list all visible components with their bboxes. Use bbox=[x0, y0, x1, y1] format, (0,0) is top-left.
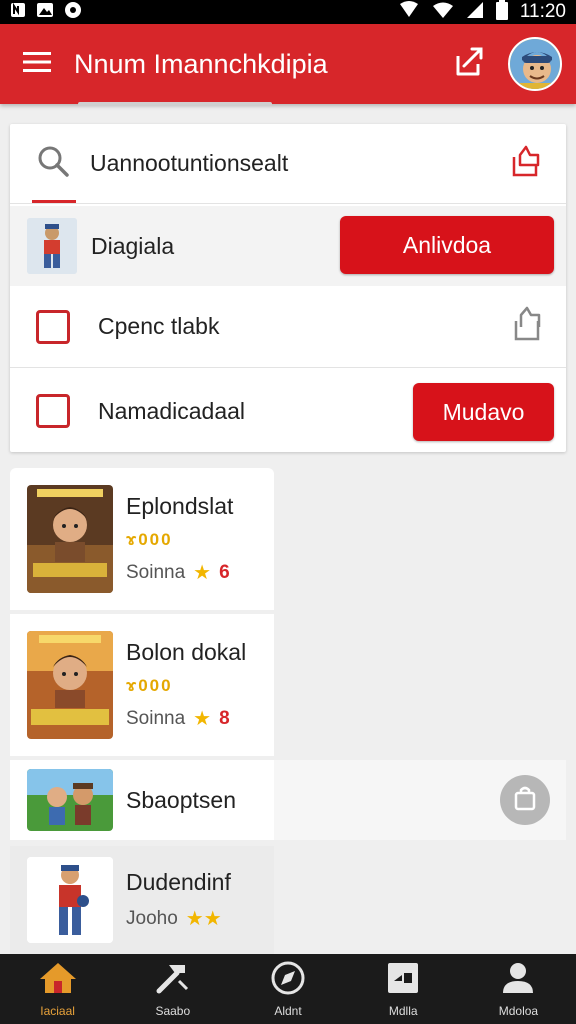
rating-value: 6 bbox=[219, 561, 230, 583]
game-rating: Jooho ★★ bbox=[126, 906, 231, 931]
list-item[interactable]: Sbaoptsen bbox=[10, 760, 566, 840]
checkbox-label-2: Namadicadaal bbox=[98, 397, 246, 424]
hamburger-icon bbox=[23, 51, 51, 78]
game-meta: Soinna bbox=[126, 561, 186, 583]
checkbox-label-1: Cpenc tlabk bbox=[98, 313, 220, 339]
search-text: Uannootuntionsealt bbox=[90, 150, 289, 176]
game-title: Bolon dokal bbox=[126, 639, 247, 665]
star-icon: ★ bbox=[193, 708, 212, 730]
nav-explore[interactable]: Aldnt bbox=[230, 954, 345, 1024]
export-icon[interactable] bbox=[508, 143, 544, 184]
nav-profile[interactable]: Mdoloa bbox=[461, 954, 576, 1024]
nfc-icon bbox=[10, 2, 26, 23]
game-price: ɤ000 bbox=[126, 676, 173, 695]
cell-signal-icon bbox=[466, 1, 484, 24]
image-notification-icon bbox=[36, 2, 54, 23]
status-time: 11:20 bbox=[519, 1, 566, 22]
compass-icon bbox=[271, 961, 305, 1000]
modify-button[interactable]: Mudavo bbox=[413, 383, 554, 441]
checkbox[interactable] bbox=[36, 394, 70, 428]
options-card: Uannootuntionsealt Diagiala Anlivdoa Cpe… bbox=[10, 124, 566, 452]
game-cover bbox=[27, 631, 113, 739]
game-meta: Jooho bbox=[126, 907, 178, 929]
nav-label: Saabo bbox=[155, 1003, 191, 1018]
game-rating: Soinna ★ 8 bbox=[126, 706, 246, 731]
person-icon bbox=[501, 961, 535, 1000]
nav-tools[interactable]: Saabo bbox=[115, 954, 230, 1024]
game-cover bbox=[27, 485, 113, 593]
player-thumbnail bbox=[27, 218, 77, 274]
hammer-icon bbox=[155, 961, 191, 1000]
status-bar: 11:20 bbox=[0, 0, 576, 24]
nav-label: Aldnt bbox=[274, 1003, 302, 1018]
diagiala-label: Diagiala bbox=[91, 232, 175, 259]
header-underline bbox=[78, 102, 272, 106]
notification-dot-icon bbox=[64, 1, 82, 24]
share-button[interactable] bbox=[450, 44, 486, 85]
nav-label: Mdoloa bbox=[498, 1003, 539, 1018]
search-row[interactable]: Uannootuntionsealt bbox=[10, 124, 566, 204]
star-icon: ★ bbox=[193, 562, 212, 584]
shopping-bag-icon bbox=[513, 785, 537, 816]
checkbox-row-2[interactable]: Namadicadaal Mudavo bbox=[10, 370, 566, 452]
rating-value: 8 bbox=[219, 707, 230, 729]
activate-button[interactable]: Anlivdoa bbox=[340, 216, 554, 274]
nav-label: Iaciaal bbox=[40, 1003, 75, 1018]
search-icon bbox=[36, 144, 70, 183]
game-title: Sbaoptsen bbox=[126, 786, 236, 813]
game-meta: Soinna bbox=[126, 707, 186, 729]
home-icon bbox=[38, 961, 78, 1000]
game-price: ɤ000 bbox=[126, 530, 173, 549]
game-title: Dudendinf bbox=[126, 869, 231, 895]
page-title: Nnum Imannchkdipia bbox=[74, 48, 328, 79]
battery-icon bbox=[495, 0, 508, 25]
list-item[interactable]: Bolon dokal ɤ000 Soinna ★ 8 bbox=[10, 614, 274, 756]
image-icon bbox=[386, 961, 420, 1000]
checkbox[interactable] bbox=[36, 309, 70, 344]
share-icon[interactable] bbox=[510, 305, 544, 348]
nav-home[interactable]: Iaciaal bbox=[0, 954, 115, 1024]
app-header: Nnum Imannchkdipia bbox=[0, 24, 576, 104]
menu-button[interactable] bbox=[0, 24, 74, 104]
avatar[interactable] bbox=[508, 37, 562, 91]
wifi-icon bbox=[432, 1, 454, 24]
bottom-nav: Iaciaal Saabo Aldnt Mdlla Mdoloa bbox=[0, 954, 576, 1024]
game-cover bbox=[27, 857, 113, 943]
diagiala-row: Diagiala Anlivdoa bbox=[10, 206, 566, 286]
game-list: Eplondslat ɤ000 Soinna ★ 6 Bolon dokal ɤ… bbox=[10, 466, 566, 954]
game-rating: Soinna ★ 6 bbox=[126, 560, 233, 585]
nav-media[interactable]: Mdlla bbox=[346, 954, 461, 1024]
list-item[interactable]: Dudendinf Jooho ★★ bbox=[10, 846, 274, 954]
game-cover bbox=[27, 769, 113, 831]
signal-icon bbox=[398, 0, 420, 24]
star-icon: ★★ bbox=[185, 908, 222, 930]
search-underline bbox=[32, 200, 76, 203]
nav-label: Mdlla bbox=[388, 1003, 418, 1018]
bag-button[interactable] bbox=[500, 775, 550, 825]
game-title: Eplondslat bbox=[126, 493, 234, 519]
checkbox-row-1[interactable]: Cpenc tlabk bbox=[10, 286, 566, 368]
list-item[interactable]: Eplondslat ɤ000 Soinna ★ 6 bbox=[10, 468, 274, 610]
